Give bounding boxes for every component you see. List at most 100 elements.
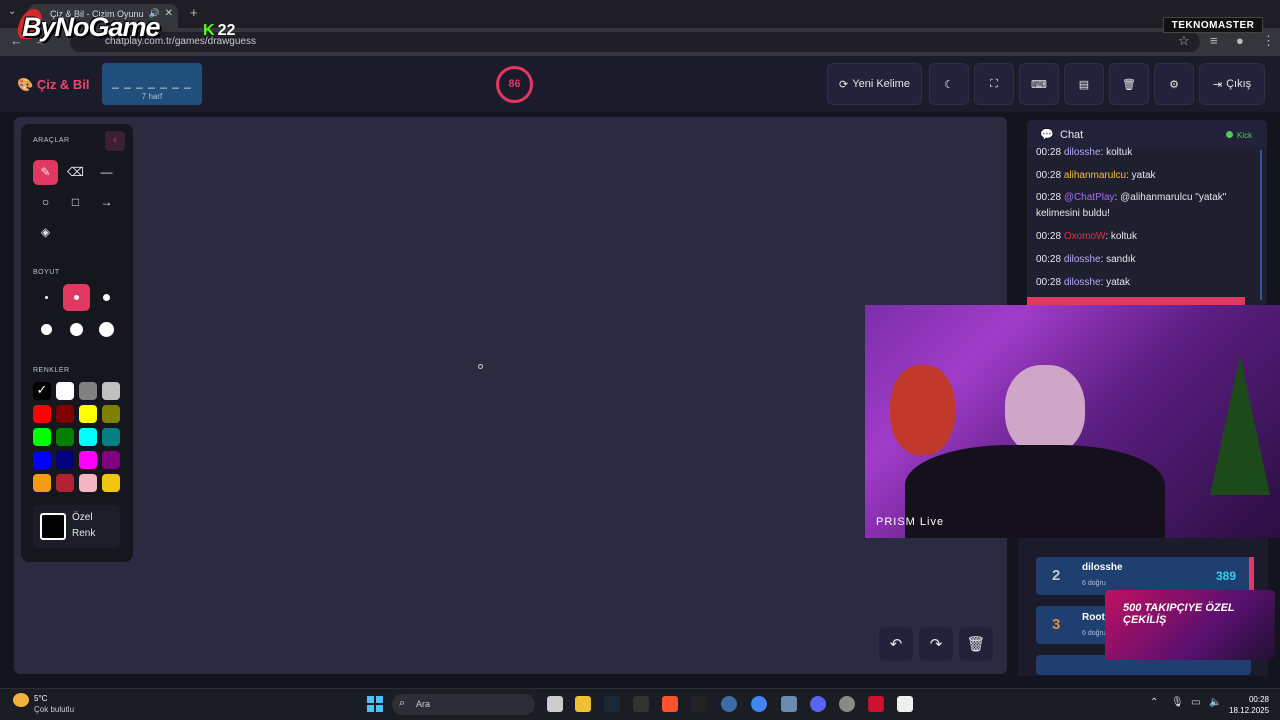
color-swatch[interactable] [56,428,74,446]
kick-count: 22 [217,22,236,39]
message-user[interactable]: dilosshe [1064,254,1101,265]
weather-temp[interactable]: 5°C [34,694,47,703]
color-swatch[interactable] [79,474,97,492]
message-user[interactable]: @ChatPlay [1064,192,1115,203]
volume-icon[interactable]: 🔈 [1209,697,1221,708]
redo-button[interactable]: ↷ [919,627,953,661]
clear-canvas-button[interactable]: 🗑 [959,627,993,661]
word-mask: _ _ _ _ _ _ _ [112,75,192,89]
app-icon[interactable] [781,696,797,712]
app-icon[interactable] [868,696,884,712]
gear-icon: ⚙ [1169,78,1179,91]
message-user[interactable]: dilosshe [1064,277,1101,288]
size-option[interactable] [93,316,120,343]
new-word-button[interactable]: ⟳ Yeni Kelime [827,63,922,105]
round-timer: 86 [496,66,533,103]
start-button[interactable] [367,696,383,712]
task-view-icon[interactable] [547,696,563,712]
color-swatch[interactable] [56,382,74,400]
color-swatch[interactable] [56,405,74,423]
kick-icon: K [203,22,215,39]
color-swatch[interactable] [102,428,120,446]
search-label: Ara [416,699,431,709]
message-user[interactable]: dilosshe [1064,147,1101,158]
player-score: 389 [1216,569,1237,583]
color-swatch[interactable] [33,474,51,492]
expand-icon: ⛶ [990,77,998,90]
color-swatch[interactable] [56,451,74,469]
message-time: 00:28 [1036,192,1064,203]
display-icon[interactable]: ▭ [1191,697,1200,708]
color-swatch[interactable] [102,382,120,400]
size-option[interactable] [33,284,60,311]
delete-button[interactable]: 🗑 [1109,63,1149,105]
archive-button[interactable]: ▤ [1064,63,1104,105]
tab-close-icon[interactable]: ✕ [165,8,173,19]
size-option[interactable] [63,284,90,311]
browser-menu-icon[interactable]: ⋮ [1262,33,1275,49]
brush-tool[interactable]: ✎ [33,160,58,185]
app-icon[interactable] [633,696,649,712]
line-tool[interactable]: — [94,160,119,185]
brave-icon[interactable] [662,696,678,712]
color-swatch[interactable]: ✓ [33,382,51,400]
tab-list-chevron-icon[interactable]: ⌄ [8,6,16,17]
settings-button[interactable]: ⚙ [1154,63,1194,105]
teddy-bear [890,365,955,455]
taskbar-search[interactable] [392,694,535,715]
steam-icon[interactable] [604,696,620,712]
reading-list-icon[interactable]: ≡ [1210,33,1218,48]
brush-cursor [478,364,483,369]
taskbar-clock[interactable]: 00:28 18.12.2025 [1229,694,1269,716]
app-icon[interactable] [897,696,913,712]
drawing-canvas[interactable] [14,117,1007,674]
message-text: : yatak [1100,277,1130,288]
app-brand[interactable]: 🎨 Çiz & Bil [17,77,90,93]
color-swatch[interactable] [79,428,97,446]
eraser-tool[interactable]: ⌫ [63,160,88,185]
color-swatch[interactable] [33,451,51,469]
weather-icon[interactable] [13,693,29,707]
color-swatch[interactable] [33,405,51,423]
discord-icon[interactable] [810,696,826,712]
arrow-tool[interactable]: → [94,190,119,215]
bookmark-star-icon[interactable]: ☆ [1178,33,1190,49]
message-user[interactable]: alihanmarulcu [1064,170,1126,181]
chrome-icon[interactable] [751,696,767,712]
size-option[interactable] [63,316,90,343]
file-explorer-icon[interactable] [575,696,591,712]
app-icon[interactable] [721,696,737,712]
color-swatch[interactable] [79,451,97,469]
color-swatch[interactable] [79,382,97,400]
size-option[interactable] [93,284,120,311]
keyboard-button[interactable]: ⌨ [1019,63,1059,105]
chat-scrollbar[interactable] [1260,150,1262,300]
logout-icon: ⇥ [1212,78,1223,91]
tray-chevron-icon[interactable]: ⌃ [1150,697,1158,708]
microphone-icon[interactable]: 🎙 [1171,697,1184,708]
size-option[interactable] [33,316,60,343]
profile-icon[interactable]: ● [1236,33,1244,48]
weather-desc[interactable]: Çok bulutlu [34,705,74,714]
color-swatch[interactable] [79,405,97,423]
chat-bubble-icon: 💬 [1040,129,1054,141]
app-icon[interactable] [691,696,707,712]
app-icon[interactable] [839,696,855,712]
undo-button[interactable]: ↶ [879,627,913,661]
new-tab-icon[interactable]: + [190,5,198,20]
color-swatch[interactable] [102,451,120,469]
color-swatch[interactable] [102,405,120,423]
rectangle-tool[interactable]: □ [63,190,88,215]
message-text: : yatak [1126,170,1156,181]
color-swatch[interactable] [102,474,120,492]
theme-toggle-button[interactable]: ☾ [929,63,969,105]
exit-button[interactable]: ⇥ Çıkış [1199,63,1265,105]
chat-input-bar[interactable] [1027,297,1245,305]
collapse-panel-button[interactable]: ‹ [105,131,125,151]
circle-tool[interactable]: ○ [33,190,58,215]
color-swatch[interactable] [56,474,74,492]
color-swatch[interactable] [33,428,51,446]
fill-tool[interactable]: ◈ [33,220,58,245]
fullscreen-button[interactable]: ⛶ [974,63,1014,105]
message-user[interactable]: OxomoW [1064,231,1106,242]
